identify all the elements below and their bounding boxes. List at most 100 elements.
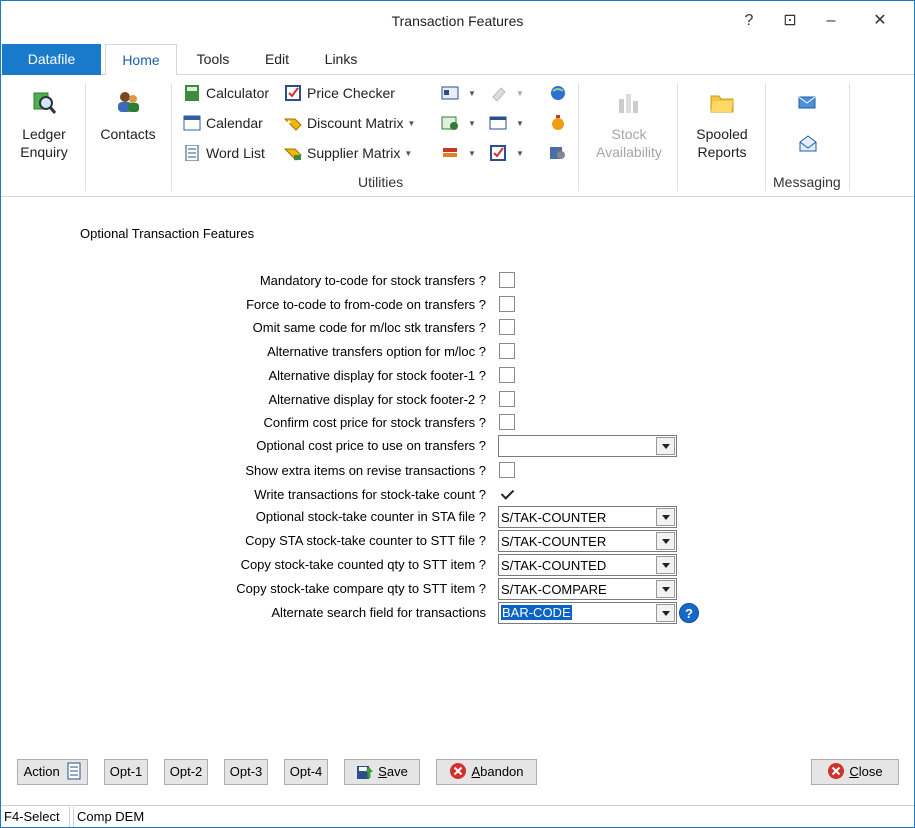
word-list-icon [185,145,199,161]
add-tool-button[interactable]: ▼ [441,112,476,134]
tab-tools[interactable]: Tools [183,44,243,75]
option-row: Alternative display for stock footer-2 ? [1,389,914,411]
option-row: Mandatory to-code for stock transfers ? [1,270,914,292]
opt-4-button[interactable]: Opt-4 [284,759,328,785]
chevron-down-icon[interactable]: ▼ [516,119,524,128]
alternative-transfers-checkbox[interactable] [499,343,515,359]
title-bar: Transaction Features ? ⊡ – ✕ [1,1,914,42]
show-extra-items-checkbox[interactable] [499,462,515,478]
contacts-label: Contacts [100,126,156,142]
save-label: ave [386,764,408,779]
discount-matrix-label: Discount Matrix [307,115,404,131]
tab-datafile[interactable]: Datafile [2,44,101,75]
stt-counter-select[interactable]: S/TAK-COUNTER [498,530,677,552]
chevron-down-icon[interactable] [656,532,675,550]
chevron-down-icon[interactable] [656,580,675,598]
tab-edit[interactable]: Edit [251,44,303,75]
force-to-code-checkbox[interactable] [499,296,515,312]
opt-1-button[interactable]: Opt-1 [104,759,148,785]
calendar-label: Calendar [206,115,263,131]
calendar-button[interactable]: Calendar [183,112,263,134]
option-label: Alternate search field for transactions [271,605,486,620]
spooled-reports-button[interactable]: Spooled Reports [685,89,759,161]
confirm-cost-price-checkbox[interactable] [499,414,515,430]
checklist-tool-button[interactable]: ▼ [489,142,524,164]
chevron-down-icon[interactable]: ▼ [516,149,524,158]
save-button[interactable]: Save [344,759,420,785]
option-row: Show extra items on revise transactions … [1,460,914,482]
chevron-down-icon[interactable] [656,556,675,574]
checklist-icon [490,145,506,161]
chevron-down-icon[interactable]: ▼ [468,89,476,98]
option-label: Optional stock-take counter in STA file … [255,509,486,524]
section-title: Optional Transaction Features [80,226,255,241]
write-stock-take-checkbox[interactable] [499,486,515,502]
option-label: Optional cost price to use on transfers … [256,438,486,453]
opt-2-button[interactable]: Opt-2 [164,759,208,785]
combo-value: S/TAK-COUNTER [501,510,607,525]
status-bar: F4-Select Comp DEM [1,805,914,827]
status-company: Comp DEM [73,807,914,827]
option-row: Optional cost price to use on transfers … [1,435,914,457]
chevron-down-icon[interactable]: ▼ [468,149,476,158]
option-row: Alternative transfers option for m/loc ? [1,341,914,363]
form-icon [489,116,507,130]
tab-home[interactable]: Home [105,44,177,76]
mandatory-to-code-checkbox[interactable] [499,272,515,288]
chevron-down-icon[interactable]: ▼ [468,119,476,128]
action-button[interactable]: Action [17,759,88,785]
tab-links[interactable]: Links [311,44,371,75]
ribbon-divider [578,83,579,191]
option-label: Alternative display for stock footer-2 ? [268,392,487,407]
open-message-icon[interactable] [797,133,819,153]
chevron-down-icon[interactable]: ▼ [404,149,412,158]
chevron-down-icon[interactable] [656,508,675,526]
compare-qty-select[interactable]: S/TAK-COMPARE [498,578,677,600]
restore-icon[interactable]: ⊡ [775,9,805,33]
ledger-enquiry-label: Ledger Enquiry [20,126,68,160]
books-tool-button[interactable]: ▼ [441,142,476,164]
discount-matrix-button[interactable]: Discount Matrix ▼ [284,112,415,134]
price-checker-button[interactable]: Price Checker [284,82,395,104]
timer-tool-button[interactable] [549,112,572,134]
sta-counter-select[interactable]: S/TAK-COUNTER [498,506,677,528]
card-tool-button[interactable]: ▼ [441,82,476,104]
chevron-down-icon[interactable]: ▼ [407,119,415,128]
opt-3-button[interactable]: Opt-3 [224,759,268,785]
contacts-button[interactable]: Contacts [93,89,163,143]
settings-tool-button[interactable] [549,142,572,164]
ledger-enquiry-button[interactable]: Ledger Enquiry [9,89,79,161]
close-button[interactable]: Close [811,759,899,785]
option-row: Confirm cost price for stock transfers ? [1,412,914,434]
globe-tool-button[interactable] [549,82,572,104]
help-button[interactable]: ? [734,9,764,33]
chevron-down-icon[interactable] [656,437,675,455]
option-row: Force to-code to from-code on transfers … [1,294,914,316]
ribbon-divider [849,83,850,191]
cost-price-select[interactable] [498,435,677,457]
option-label: Omit same code for m/loc stk transfers ? [252,320,486,335]
supplier-matrix-label: Supplier Matrix [307,145,401,161]
send-message-icon[interactable] [797,92,819,112]
combo-value: S/TAK-COMPARE [501,582,607,597]
form-tool-button[interactable]: ▼ [489,112,524,134]
word-list-button[interactable]: Word List [183,142,265,164]
eraser-icon [492,87,506,101]
help-icon[interactable]: ? [679,603,699,623]
combo-value: S/TAK-COUNTER [501,534,607,549]
calculator-icon [185,85,199,101]
abandon-button[interactable]: Abandon [436,759,537,785]
chevron-down-icon[interactable] [656,604,675,622]
omit-same-code-checkbox[interactable] [499,319,515,335]
close-window-button[interactable]: ✕ [865,9,895,33]
alternate-search-select[interactable]: BAR-CODE [498,602,677,624]
option-row: Optional stock-take counter in STA file … [1,506,914,528]
stock-footer-1-checkbox[interactable] [499,367,515,383]
counted-qty-select[interactable]: S/TAK-COUNTED [498,554,677,576]
price-checker-label: Price Checker [307,85,395,101]
calculator-button[interactable]: Calculator [183,82,269,104]
supplier-matrix-button[interactable]: Supplier Matrix ▼ [284,142,412,164]
stock-footer-2-checkbox[interactable] [499,391,515,407]
option-label: Mandatory to-code for stock transfers ? [259,273,486,288]
minimize-button[interactable]: – [816,9,846,33]
